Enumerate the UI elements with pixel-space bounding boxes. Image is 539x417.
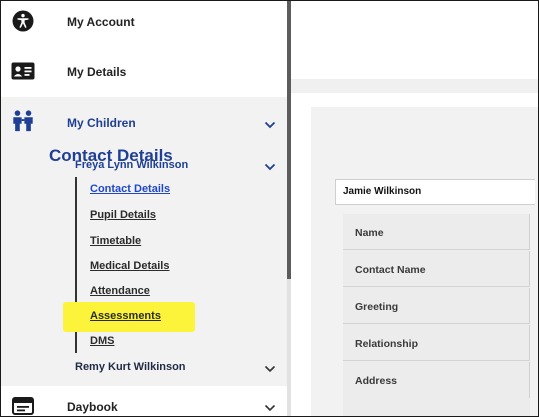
chevron-down-icon[interactable] bbox=[263, 160, 277, 174]
submenu-link-pupil-details[interactable]: Pupil Details bbox=[90, 209, 156, 221]
sidebar: My Account My Details My Children Freya … bbox=[1, 1, 291, 416]
child-item-remy[interactable]: Remy Kurt Wilkinson bbox=[1, 357, 287, 379]
chevron-down-icon[interactable] bbox=[263, 401, 277, 415]
daybook-icon bbox=[11, 394, 35, 416]
sidebar-item-label: My Children bbox=[67, 116, 136, 130]
child-name: Remy Kurt Wilkinson bbox=[75, 361, 186, 373]
sidebar-item-label: Daybook bbox=[67, 400, 118, 414]
contact-table: Name Contact Name Greeting Relationship … bbox=[343, 214, 530, 416]
submenu-link-dms[interactable]: DMS bbox=[90, 335, 114, 347]
chevron-down-icon[interactable] bbox=[263, 118, 277, 132]
table-row: Address bbox=[343, 362, 530, 398]
my-children-section bbox=[1, 97, 287, 386]
sidebar-item-daybook[interactable]: Daybook bbox=[1, 394, 287, 416]
submenu-link-assessments[interactable]: Assessments bbox=[90, 310, 161, 322]
page-title: Contact Details bbox=[49, 146, 173, 165]
app-window: My Account My Details My Children Freya … bbox=[0, 0, 539, 417]
accessibility-icon bbox=[11, 9, 35, 33]
chevron-down-icon[interactable] bbox=[263, 362, 277, 376]
submenu-link-timetable[interactable]: Timetable bbox=[90, 235, 141, 247]
table-row: Contact Name bbox=[343, 251, 530, 287]
sidebar-item-my-account[interactable]: My Account bbox=[1, 9, 287, 35]
submenu-link-contact-details[interactable]: Contact Details bbox=[90, 183, 170, 195]
id-card-icon bbox=[11, 59, 35, 83]
submenu-link-attendance[interactable]: Attendance bbox=[90, 285, 150, 297]
table-row: Name bbox=[343, 214, 530, 250]
children-icon bbox=[11, 109, 35, 133]
submenu-link-medical-details[interactable]: Medical Details bbox=[90, 260, 169, 272]
sidebar-item-label: My Account bbox=[67, 15, 135, 29]
sidebar-item-my-details[interactable]: My Details bbox=[1, 59, 287, 85]
contact-select[interactable]: Jamie Wilkinson bbox=[335, 179, 535, 205]
table-row: Relationship bbox=[343, 325, 530, 361]
sidebar-item-label: My Details bbox=[67, 65, 127, 79]
table-row: Greeting bbox=[343, 288, 530, 324]
main-overlay: Jamie Wilkinson Name Contact Name Greeti… bbox=[291, 1, 538, 416]
sidebar-item-my-children[interactable]: My Children bbox=[1, 109, 287, 137]
